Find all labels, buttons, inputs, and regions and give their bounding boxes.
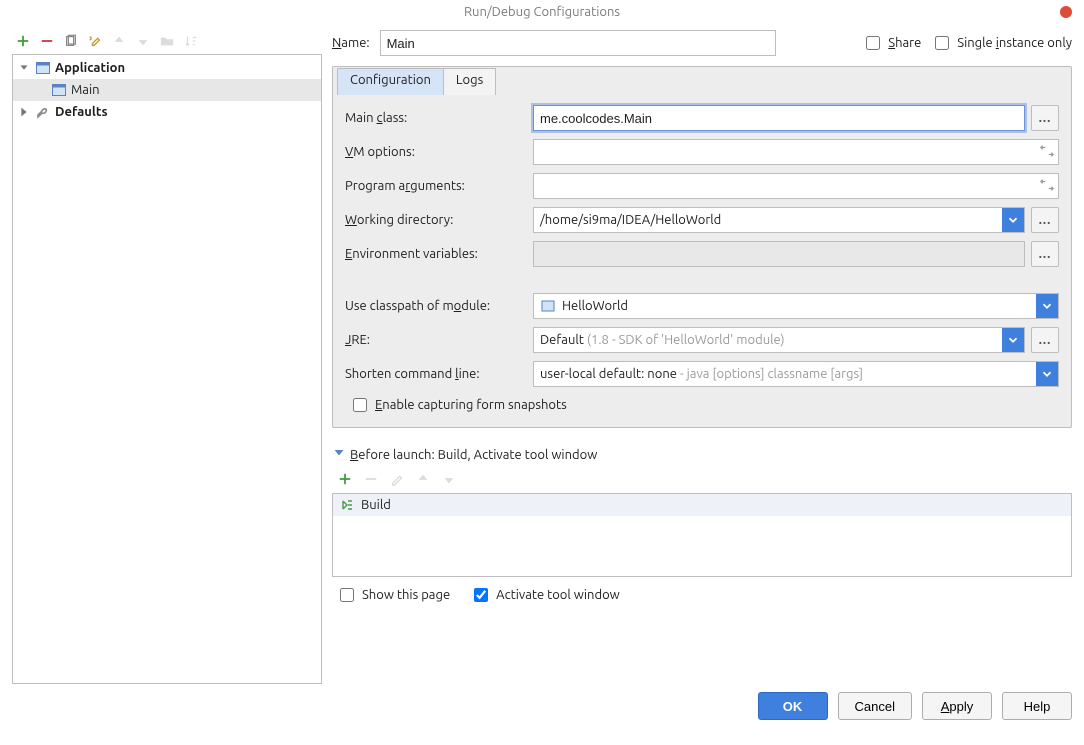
enable-snapshot-checkbox[interactable]: Enable capturing form snapshots xyxy=(349,395,567,415)
task-label: Build xyxy=(361,498,391,512)
working-dir-value: /home/si9ma/IDEA/HelloWorld xyxy=(540,213,721,227)
single-instance-checkbox[interactable]: Single instance only xyxy=(931,33,1072,53)
vm-options-label: VM options: xyxy=(345,145,525,159)
chevron-down-icon[interactable] xyxy=(1036,294,1058,318)
classpath-module-value: HelloWorld xyxy=(562,299,628,313)
expand-icon[interactable] xyxy=(1040,178,1054,195)
browse-jre-button[interactable]: ... xyxy=(1031,327,1059,353)
chevron-down-icon[interactable] xyxy=(1036,362,1058,386)
module-icon xyxy=(540,298,556,314)
classpath-module-label: Use classpath of module: xyxy=(345,299,525,313)
remove-config-button[interactable] xyxy=(38,32,56,50)
shorten-cmd-label: Shorten command line: xyxy=(345,367,525,381)
folder-icon xyxy=(158,32,176,50)
working-dir-input[interactable]: /home/si9ma/IDEA/HelloWorld xyxy=(533,207,1025,233)
chevron-down-icon xyxy=(17,61,31,75)
task-down-icon xyxy=(440,470,458,488)
program-args-input[interactable] xyxy=(533,173,1059,199)
window-titlebar: Run/Debug Configurations xyxy=(0,0,1084,24)
classpath-module-combo[interactable]: HelloWorld xyxy=(533,293,1059,319)
shorten-cmd-hint: - java [options] classname [args] xyxy=(680,367,863,381)
edit-env-vars-button[interactable]: ... xyxy=(1031,241,1059,267)
before-launch-list[interactable]: Build xyxy=(332,493,1072,577)
close-icon[interactable] xyxy=(1060,6,1072,18)
application-icon xyxy=(35,60,51,76)
wrench-icon xyxy=(35,104,51,120)
browse-main-class-button[interactable]: ... xyxy=(1031,105,1059,131)
config-panel: Configuration Logs Main class: ... VM op… xyxy=(332,66,1072,428)
tree-label: Application xyxy=(55,61,125,75)
cancel-button[interactable]: Cancel xyxy=(838,692,912,720)
program-args-label: Program arguments: xyxy=(345,179,525,193)
tab-logs[interactable]: Logs xyxy=(443,68,496,95)
chevron-down-icon[interactable] xyxy=(1002,208,1024,232)
tree-label: Main xyxy=(71,83,100,97)
copy-config-icon[interactable] xyxy=(62,32,80,50)
env-vars-input[interactable] xyxy=(533,241,1025,267)
shorten-cmd-value: user-local default: none xyxy=(540,367,677,381)
move-down-icon xyxy=(134,32,152,50)
before-launch-toolbar xyxy=(332,467,1072,491)
apply-button[interactable]: Apply xyxy=(922,692,992,720)
jre-combo[interactable]: Default (1.8 - SDK of 'HelloWorld' modul… xyxy=(533,327,1025,353)
activate-tool-window-checkbox[interactable]: Activate tool window xyxy=(470,585,620,605)
jre-label: JRE: xyxy=(345,333,525,347)
config-list-toolbar xyxy=(12,28,322,54)
chevron-down-icon xyxy=(332,446,346,463)
dialog-footer: OK Cancel Apply Help xyxy=(0,684,1084,720)
window-title: Run/Debug Configurations xyxy=(464,5,620,19)
edit-task-icon xyxy=(388,470,406,488)
vm-options-input[interactable] xyxy=(533,139,1059,165)
before-launch-header[interactable]: Before launch: Build, Activate tool wind… xyxy=(332,446,1072,463)
jre-hint: (1.8 - SDK of 'HelloWorld' module) xyxy=(587,333,785,347)
sort-icon xyxy=(182,32,200,50)
task-up-icon xyxy=(414,470,432,488)
tree-node-defaults[interactable]: Defaults xyxy=(13,101,321,123)
remove-task-icon xyxy=(362,470,380,488)
browse-working-dir-button[interactable]: ... xyxy=(1031,207,1059,233)
name-input[interactable] xyxy=(380,30,776,56)
main-class-label: Main class: xyxy=(345,111,525,125)
name-label: Name: xyxy=(332,36,370,50)
add-config-button[interactable] xyxy=(14,32,32,50)
edit-templates-icon[interactable] xyxy=(86,32,104,50)
jre-value: Default xyxy=(540,333,584,347)
tree-node-application[interactable]: Application xyxy=(13,57,321,79)
chevron-down-icon[interactable] xyxy=(1002,328,1024,352)
shorten-cmd-combo[interactable]: user-local default: none - java [options… xyxy=(533,361,1059,387)
application-icon xyxy=(51,82,67,98)
chevron-right-icon xyxy=(17,105,31,119)
tab-configuration[interactable]: Configuration xyxy=(337,68,444,95)
config-tree[interactable]: Application Main Defaults xyxy=(12,54,322,684)
tree-node-main[interactable]: Main xyxy=(13,79,321,101)
list-item[interactable]: Build xyxy=(333,494,1071,516)
help-button[interactable]: Help xyxy=(1002,692,1072,720)
build-icon xyxy=(339,497,355,513)
expand-icon[interactable] xyxy=(1040,144,1054,161)
show-this-page-checkbox[interactable]: Show this page xyxy=(336,585,450,605)
add-task-button[interactable] xyxy=(336,470,354,488)
share-checkbox[interactable]: Share xyxy=(862,33,921,53)
working-dir-label: Working directory: xyxy=(345,213,525,227)
env-vars-label: Environment variables: xyxy=(345,247,525,261)
ok-button[interactable]: OK xyxy=(758,692,828,720)
tree-label: Defaults xyxy=(55,105,108,119)
move-up-icon xyxy=(110,32,128,50)
main-class-input[interactable] xyxy=(533,105,1025,131)
